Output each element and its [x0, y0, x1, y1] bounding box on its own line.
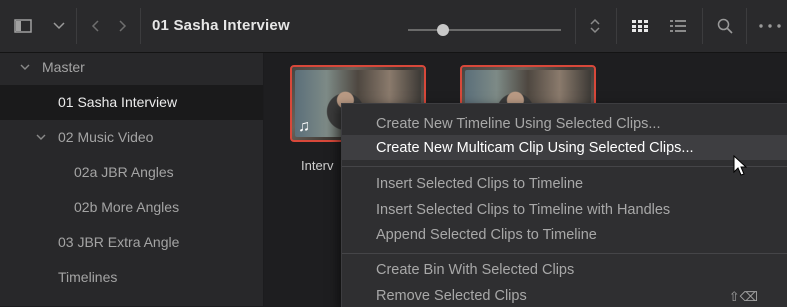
mouse-pointer-icon	[733, 154, 748, 182]
more-icon[interactable]	[756, 0, 784, 52]
menu-item-create-new-multicam-clip[interactable]: Create New Multicam Clip Using Selected …	[376, 140, 694, 156]
divider	[702, 8, 703, 44]
sidebar-item-timelines[interactable]: Timelines	[0, 260, 263, 295]
clip-label: Interv	[301, 158, 334, 173]
toolbar: 01 Sasha Interview	[0, 0, 787, 53]
sidebar-item-02-music-video[interactable]: 02 Music Video	[0, 120, 263, 155]
sidebar-item-label: 02a JBR Angles	[74, 164, 174, 180]
sidebar-item-01-sasha-interview[interactable]: 01 Sasha Interview	[0, 85, 263, 120]
chevron-down-icon[interactable]	[50, 0, 68, 52]
sidebar-item-label: 01 Sasha Interview	[58, 94, 178, 110]
sidebar-item-03-jbr-extra-angle[interactable]: 03 JBR Extra Angle	[0, 225, 263, 260]
menu-item-create-bin[interactable]: Create Bin With Selected Clips	[376, 262, 574, 278]
menu-item-append-selected-clips[interactable]: Append Selected Clips to Timeline	[376, 227, 597, 243]
forward-icon[interactable]	[114, 0, 132, 52]
list-view-icon[interactable]	[666, 0, 690, 52]
menu-divider	[342, 253, 787, 254]
sidebar-item-master[interactable]: Master	[0, 50, 263, 85]
sidebar-item-label: 02 Music Video	[58, 129, 154, 145]
sidebar-item-label: 03 JBR Extra Angle	[58, 234, 180, 250]
context-menu: Create New Timeline Using Selected Clips…	[341, 103, 787, 307]
panel-toggle-icon[interactable]	[10, 0, 36, 52]
menu-item-create-new-timeline[interactable]: Create New Timeline Using Selected Clips…	[376, 116, 660, 132]
divider	[616, 8, 617, 44]
back-icon[interactable]	[86, 0, 104, 52]
zoom-slider-handle[interactable]	[437, 24, 449, 36]
chevron-down-icon[interactable]	[36, 120, 46, 155]
divider	[575, 8, 576, 44]
zoom-slider-track[interactable]	[408, 29, 561, 31]
sidebar-item-02b-more-angles[interactable]: 02b More Angles	[0, 190, 263, 225]
grid-view-icon[interactable]	[628, 0, 652, 52]
search-icon[interactable]	[712, 0, 738, 52]
menu-divider	[342, 166, 787, 167]
chevron-down-icon[interactable]	[20, 50, 30, 85]
menu-item-remove-selected-clips[interactable]: Remove Selected Clips	[376, 288, 527, 304]
music-note-icon: ♫	[298, 118, 310, 135]
menu-item-insert-with-handles[interactable]: Insert Selected Clips to Timeline with H…	[376, 202, 670, 218]
divider	[746, 8, 747, 44]
page-title: 01 Sasha Interview	[152, 17, 290, 34]
divider	[140, 8, 141, 44]
sort-icon[interactable]	[584, 0, 606, 52]
menu-item-insert-selected-clips[interactable]: Insert Selected Clips to Timeline	[376, 176, 583, 192]
sidebar-item-label: Master	[42, 59, 85, 75]
divider	[76, 8, 77, 44]
sidebar-item-02a-jbr-angles[interactable]: 02a JBR Angles	[0, 155, 263, 190]
sidebar-item-label: Timelines	[58, 269, 118, 285]
bin-list-sidebar: Master 01 Sasha Interview 02 Music Video…	[0, 53, 263, 306]
shortcut-label: ⇧⌫	[728, 289, 758, 304]
sidebar-item-label: 02b More Angles	[74, 199, 180, 215]
